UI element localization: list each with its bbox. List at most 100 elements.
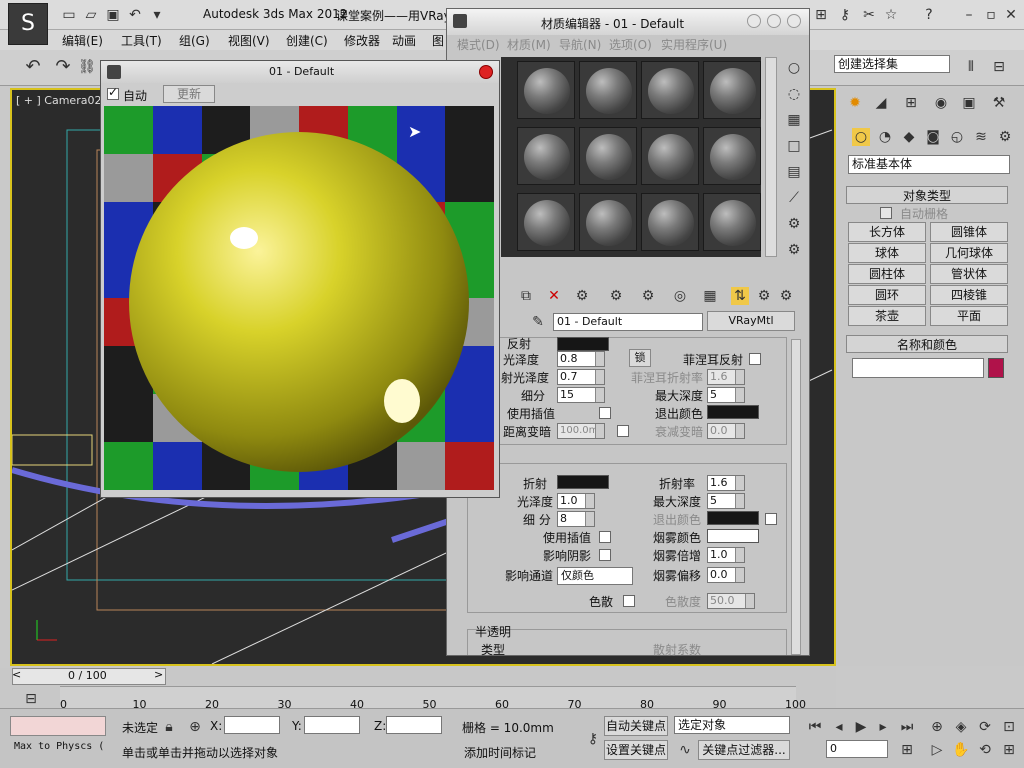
- menu-animation[interactable]: 动画: [392, 32, 416, 49]
- refl-max-depth-spinner[interactable]: 5: [707, 387, 745, 403]
- show-map-icon[interactable]: ▦: [701, 287, 719, 305]
- me-menu-navigation[interactable]: 导航(N): [559, 36, 601, 53]
- plane-button[interactable]: 平面: [930, 306, 1008, 326]
- refr-max-depth-spinner[interactable]: 5: [707, 493, 745, 509]
- communication-icon[interactable]: ✂: [860, 6, 878, 24]
- update-button[interactable]: 更新: [163, 85, 215, 103]
- go-to-end-icon[interactable]: ⏭: [898, 718, 916, 736]
- dim-distance-spinner[interactable]: 100.0m: [557, 423, 605, 439]
- affect-channels-dropdown[interactable]: 仅颜色: [557, 567, 633, 585]
- autogrid-checkbox[interactable]: [880, 207, 892, 219]
- material-type-button[interactable]: VRayMtl: [707, 311, 795, 331]
- geometry-icon[interactable]: ○: [852, 128, 870, 146]
- refr-interp-checkbox[interactable]: [599, 531, 611, 543]
- select-link-icon[interactable]: ⛓: [78, 58, 96, 76]
- affect-shadows-checkbox[interactable]: [599, 549, 611, 561]
- preview-close-button[interactable]: [479, 65, 493, 79]
- menu-edit[interactable]: 编辑(E): [62, 32, 103, 49]
- sample-slot[interactable]: [641, 127, 699, 185]
- previous-frame-icon[interactable]: ◂: [830, 718, 848, 736]
- field-of-view-icon[interactable]: ▷: [928, 741, 946, 759]
- display-tab-icon[interactable]: ▣: [960, 94, 978, 112]
- sphere-button[interactable]: 球体: [848, 243, 926, 263]
- me-menu-utilities[interactable]: 实用程序(U): [661, 36, 727, 53]
- favorites-star-icon[interactable]: ☆: [882, 6, 900, 24]
- reflection-color-swatch[interactable]: [557, 337, 609, 351]
- selection-set-dropdown[interactable]: 创建选择集: [834, 55, 950, 73]
- sample-slot[interactable]: [579, 61, 637, 119]
- object-name-field[interactable]: [852, 358, 984, 378]
- key-icon[interactable]: ⚷: [836, 6, 854, 24]
- zoom-all-icon[interactable]: ◈: [952, 718, 970, 736]
- geosphere-button[interactable]: 几何球体: [930, 243, 1008, 263]
- new-file-icon[interactable]: ▭: [60, 6, 78, 24]
- refl-interp-checkbox[interactable]: [599, 407, 611, 419]
- sample-slot[interactable]: [579, 127, 637, 185]
- refraction-color-swatch[interactable]: [557, 475, 609, 489]
- material-name-field[interactable]: 01 - Default: [553, 313, 703, 331]
- show-end-result-icon[interactable]: ⇅: [731, 287, 749, 305]
- arc-rotate-icon[interactable]: ⟲: [976, 741, 994, 759]
- modify-tab-icon[interactable]: ◢: [872, 94, 890, 112]
- object-type-rollout[interactable]: 对象类型: [846, 186, 1008, 204]
- sample-type-sphere-icon[interactable]: ○: [785, 59, 803, 77]
- orbit-icon[interactable]: ⟳: [976, 718, 994, 736]
- sample-slot[interactable]: [703, 61, 761, 119]
- menu-graph[interactable]: 图: [432, 32, 444, 49]
- pyramid-button[interactable]: 四棱锥: [930, 285, 1008, 305]
- sample-uv-icon[interactable]: □: [785, 137, 803, 155]
- object-category-dropdown[interactable]: 标准基本体: [848, 155, 1010, 174]
- sample-slots-scrollbar[interactable]: [765, 57, 777, 257]
- tube-button[interactable]: 管状体: [930, 264, 1008, 284]
- motion-tab-icon[interactable]: ◉: [932, 94, 950, 112]
- binoculars-icon[interactable]: ⊞: [812, 6, 830, 24]
- make-preview-icon[interactable]: ⟋: [785, 189, 803, 207]
- zoom-extents-icon[interactable]: ⊡: [1000, 718, 1018, 736]
- curve-editor-icon[interactable]: ⊟: [22, 690, 40, 708]
- go-to-start-icon[interactable]: ⏮: [806, 718, 824, 736]
- sample-slot[interactable]: [517, 193, 575, 251]
- undo-arrow-icon[interactable]: ↶: [24, 58, 42, 76]
- sample-slot[interactable]: [641, 193, 699, 251]
- redo-icon[interactable]: ▾: [148, 6, 166, 24]
- sample-slot[interactable]: [517, 61, 575, 119]
- cone-button[interactable]: 圆锥体: [930, 222, 1008, 242]
- me-menu-mode[interactable]: 模式(D): [457, 36, 500, 53]
- absolute-mode-icon[interactable]: ⊕: [186, 718, 204, 736]
- lights-icon[interactable]: ◆: [900, 128, 918, 146]
- video-color-check-icon[interactable]: ▤: [785, 163, 803, 181]
- object-color-swatch[interactable]: [988, 358, 1004, 378]
- options-icon[interactable]: ⚙: [785, 215, 803, 233]
- refr-exit-color-checkbox[interactable]: [765, 513, 777, 525]
- app-logo-icon[interactable]: S: [8, 3, 48, 45]
- time-config-icon[interactable]: ⊞: [898, 741, 916, 759]
- hierarchy-tab-icon[interactable]: ⊞: [902, 94, 920, 112]
- put-to-library-icon[interactable]: ⚙: [639, 287, 657, 305]
- z-coordinate-field[interactable]: [386, 716, 442, 734]
- maxscript-listener[interactable]: [10, 716, 106, 736]
- open-file-icon[interactable]: ▱: [82, 6, 100, 24]
- go-forward-sibling-icon[interactable]: ⚙: [777, 287, 795, 305]
- material-editor-maximize-button[interactable]: [767, 14, 781, 28]
- save-icon[interactable]: ▣: [104, 6, 122, 24]
- fresnel-ior-spinner[interactable]: 1.6: [707, 369, 745, 385]
- key-icon-large[interactable]: ⚷: [584, 730, 602, 748]
- next-frame-icon[interactable]: ▸: [874, 718, 892, 736]
- me-menu-options[interactable]: 选项(O): [609, 36, 652, 53]
- refr-subdiv-spinner[interactable]: 8: [557, 511, 595, 527]
- selection-lock-icon[interactable]: 🔒︎: [160, 718, 178, 736]
- put-to-scene-icon[interactable]: ⧉: [517, 287, 535, 305]
- fog-multiplier-spinner[interactable]: 1.0: [707, 547, 745, 563]
- space-warps-icon[interactable]: ≋: [972, 128, 990, 146]
- me-menu-material[interactable]: 材质(M): [507, 36, 551, 53]
- refr-exit-color-swatch[interactable]: [707, 511, 759, 525]
- fog-bias-spinner[interactable]: 0.0: [707, 567, 745, 583]
- key-mode-dropdown[interactable]: 选定对象: [674, 716, 790, 734]
- close-button[interactable]: ✕: [1002, 6, 1020, 24]
- parameters-scrollbar[interactable]: [791, 339, 801, 655]
- pan-hand-icon[interactable]: ✋: [952, 741, 970, 759]
- systems-icon[interactable]: ⚙: [996, 128, 1014, 146]
- refr-ior-spinner[interactable]: 1.6: [707, 475, 745, 491]
- dim-distance-checkbox[interactable]: [617, 425, 629, 437]
- current-frame-field[interactable]: 0: [826, 740, 888, 758]
